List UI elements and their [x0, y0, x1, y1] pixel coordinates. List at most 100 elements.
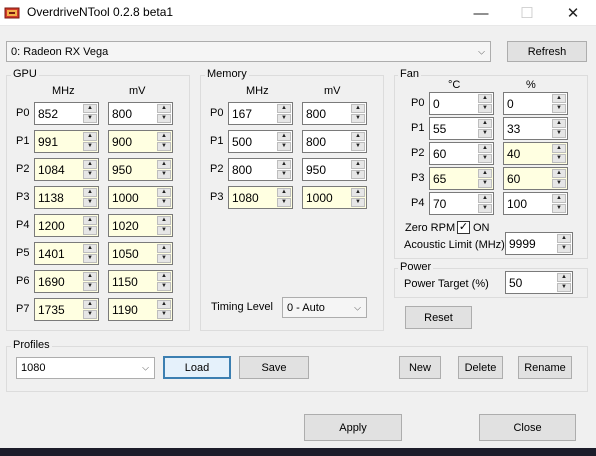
spin-arrows-icon[interactable]: ▲ ▼ [351, 104, 365, 123]
memory-mv-field[interactable]: 950 ▲ ▼ [302, 158, 367, 181]
spin-arrows-icon[interactable]: ▲ ▼ [83, 272, 97, 291]
memory-col-mv: mV [324, 85, 341, 97]
new-profile-button[interactable]: New [399, 356, 441, 379]
fan-temp-field[interactable]: 0 ▲ ▼ [429, 92, 494, 115]
spin-arrows-icon[interactable]: ▲ ▼ [83, 160, 97, 179]
spin-arrows-icon[interactable]: ▲ ▼ [83, 216, 97, 235]
gpu-mhz-field[interactable]: 1690 ▲ ▼ [34, 270, 99, 293]
spin-arrows-icon[interactable]: ▲ ▼ [157, 216, 171, 235]
profile-select[interactable]: 1080 ⌵ [16, 357, 155, 379]
spin-arrows-icon[interactable]: ▲ ▼ [83, 300, 97, 319]
spin-arrows-icon[interactable]: ▲ ▼ [478, 144, 492, 163]
spin-arrows-icon[interactable]: ▲ ▼ [157, 160, 171, 179]
spin-arrows-icon[interactable]: ▲ ▼ [157, 300, 171, 319]
gpu-mhz-field[interactable]: 1401 ▲ ▼ [34, 242, 99, 265]
spin-arrows-icon[interactable]: ▲ ▼ [351, 188, 365, 207]
spin-arrows-icon[interactable]: ▲ ▼ [157, 104, 171, 123]
spin-arrows-icon[interactable]: ▲ ▼ [478, 119, 492, 138]
gpu-mhz-field[interactable]: 1200 ▲ ▼ [34, 214, 99, 237]
reset-button[interactable]: Reset [405, 306, 472, 329]
taskbar-strip [0, 448, 596, 456]
spin-arrows-icon[interactable]: ▲ ▼ [83, 104, 97, 123]
spin-arrows-icon[interactable]: ▲ ▼ [478, 169, 492, 188]
spin-arrows-icon[interactable]: ▲ ▼ [277, 132, 291, 151]
spin-arrows-icon[interactable]: ▲ ▼ [277, 188, 291, 207]
close-button[interactable]: Close [479, 414, 576, 441]
gpu-mhz-field[interactable]: 1084 ▲ ▼ [34, 158, 99, 181]
memory-pstate-label: P3 [210, 191, 224, 203]
spin-arrows-icon[interactable]: ▲ ▼ [351, 132, 365, 151]
load-button[interactable]: Load [163, 356, 231, 379]
fan-temp-field[interactable]: 55 ▲ ▼ [429, 117, 494, 140]
spin-arrows-icon[interactable]: ▲ ▼ [478, 194, 492, 213]
power-target-field[interactable]: 50 ▲ ▼ [505, 271, 573, 294]
maximize-button[interactable]: ☐ [504, 0, 550, 26]
profiles-group-label: Profiles [11, 339, 52, 351]
memory-mhz-field[interactable]: 1080 ▲ ▼ [228, 186, 293, 209]
spin-arrows-icon[interactable]: ▲ ▼ [157, 272, 171, 291]
memory-mv-field[interactable]: 800 ▲ ▼ [302, 130, 367, 153]
fan-temp-field[interactable]: 70 ▲ ▼ [429, 192, 494, 215]
gpu-mv-field[interactable]: 1000 ▲ ▼ [108, 186, 173, 209]
gpu-mv-field[interactable]: 800 ▲ ▼ [108, 102, 173, 125]
spin-arrows-icon[interactable]: ▲ ▼ [552, 119, 566, 138]
spin-arrows-icon[interactable]: ▲ ▼ [552, 194, 566, 213]
fan-pct-field[interactable]: 100 ▲ ▼ [503, 192, 568, 215]
fan-temp-field[interactable]: 60 ▲ ▼ [429, 142, 494, 165]
memory-mhz-field-value: 167 [232, 107, 253, 121]
spin-arrows-icon[interactable]: ▲ ▼ [277, 104, 291, 123]
fan-pct-field[interactable]: 33 ▲ ▼ [503, 117, 568, 140]
save-button[interactable]: Save [239, 356, 309, 379]
gpu-pstate-label: P3 [16, 191, 30, 203]
minimize-button[interactable]: — [458, 0, 504, 26]
memory-mhz-field[interactable]: 800 ▲ ▼ [228, 158, 293, 181]
fan-pct-field[interactable]: 60 ▲ ▼ [503, 167, 568, 190]
refresh-button[interactable]: Refresh [507, 41, 587, 62]
apply-button[interactable]: Apply [304, 414, 402, 441]
fan-pct-field[interactable]: 0 ▲ ▼ [503, 92, 568, 115]
gpu-mhz-field[interactable]: 852 ▲ ▼ [34, 102, 99, 125]
gpu-mhz-field[interactable]: 1138 ▲ ▼ [34, 186, 99, 209]
gpu-pstate-label: P1 [16, 135, 30, 147]
gpu-mv-field[interactable]: 1020 ▲ ▼ [108, 214, 173, 237]
app-icon [4, 7, 20, 19]
zero-rpm-checkbox[interactable]: ✓ [457, 221, 470, 234]
spin-arrows-icon[interactable]: ▲ ▼ [83, 132, 97, 151]
spin-arrows-icon[interactable]: ▲ ▼ [83, 188, 97, 207]
spin-arrows-icon[interactable]: ▲ ▼ [557, 273, 571, 292]
fan-temp-field[interactable]: 65 ▲ ▼ [429, 167, 494, 190]
rename-profile-button[interactable]: Rename [518, 356, 572, 379]
fan-pct-field[interactable]: 40 ▲ ▼ [503, 142, 568, 165]
spin-arrows-icon[interactable]: ▲ ▼ [157, 244, 171, 263]
spin-arrows-icon[interactable]: ▲ ▼ [552, 94, 566, 113]
delete-profile-button[interactable]: Delete [458, 356, 503, 379]
gpu-mv-field-value: 950 [112, 163, 133, 177]
spin-arrows-icon[interactable]: ▲ ▼ [478, 94, 492, 113]
gpu-mv-field[interactable]: 900 ▲ ▼ [108, 130, 173, 153]
spin-arrows-icon[interactable]: ▲ ▼ [552, 144, 566, 163]
timing-level-select[interactable]: 0 - Auto ⌵ [282, 297, 367, 318]
fan-pstate-label: P3 [411, 172, 425, 184]
spin-arrows-icon[interactable]: ▲ ▼ [157, 188, 171, 207]
memory-mhz-field[interactable]: 167 ▲ ▼ [228, 102, 293, 125]
chevron-down-icon: ⌵ [478, 46, 485, 56]
gpu-mv-field[interactable]: 950 ▲ ▼ [108, 158, 173, 181]
gpu-select[interactable]: 0: Radeon RX Vega ⌵ [6, 41, 491, 62]
spin-arrows-icon[interactable]: ▲ ▼ [277, 160, 291, 179]
gpu-mv-field[interactable]: 1150 ▲ ▼ [108, 270, 173, 293]
gpu-mhz-field[interactable]: 1735 ▲ ▼ [34, 298, 99, 321]
memory-mhz-field[interactable]: 500 ▲ ▼ [228, 130, 293, 153]
gpu-mhz-field[interactable]: 991 ▲ ▼ [34, 130, 99, 153]
spin-arrows-icon[interactable]: ▲ ▼ [351, 160, 365, 179]
gpu-mv-field[interactable]: 1190 ▲ ▼ [108, 298, 173, 321]
close-window-button[interactable]: ✕ [550, 0, 596, 26]
gpu-mv-field[interactable]: 1050 ▲ ▼ [108, 242, 173, 265]
spin-arrows-icon[interactable]: ▲ ▼ [157, 132, 171, 151]
spin-arrows-icon[interactable]: ▲ ▼ [83, 244, 97, 263]
memory-mv-field[interactable]: 1000 ▲ ▼ [302, 186, 367, 209]
spin-arrows-icon[interactable]: ▲ ▼ [552, 169, 566, 188]
spin-arrows-icon[interactable]: ▲ ▼ [557, 234, 571, 253]
memory-mv-field[interactable]: 800 ▲ ▼ [302, 102, 367, 125]
memory-pstate-label: P2 [210, 163, 224, 175]
acoustic-limit-field[interactable]: 9999 ▲ ▼ [505, 232, 573, 255]
